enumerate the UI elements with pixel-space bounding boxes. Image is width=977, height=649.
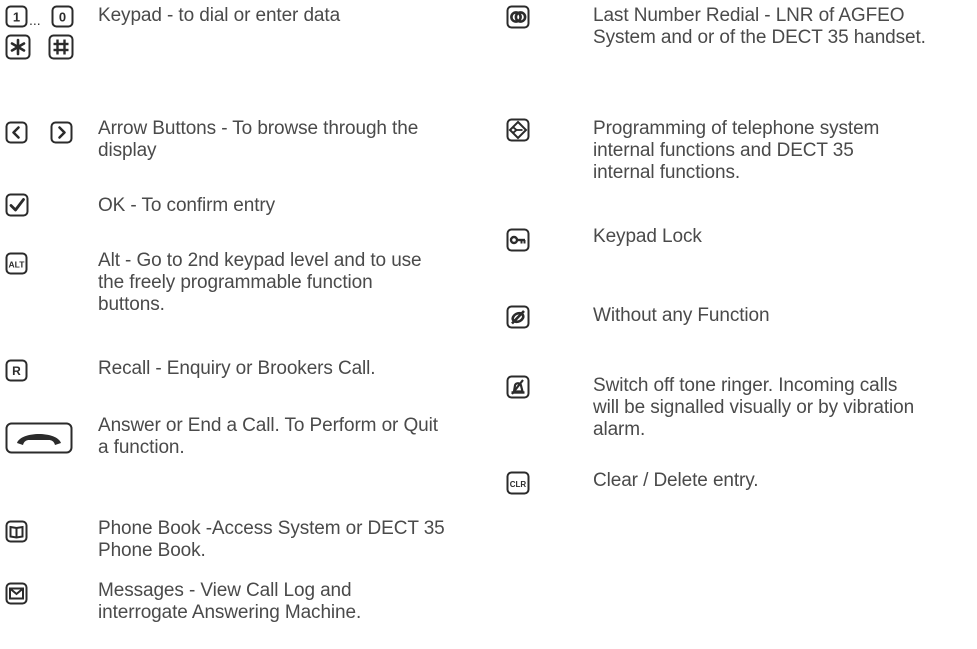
arrow-left-icon [5, 121, 28, 144]
programming-description: Programming of telephone system internal… [593, 118, 880, 183]
clear-key-icon: CLR [506, 471, 530, 495]
key-1-icon: 1 [5, 5, 28, 28]
redial-key-icon [506, 5, 530, 29]
programming-key-icon [506, 118, 530, 142]
ok-check-icon [5, 193, 29, 217]
ok-description: OK - To confirm entry [98, 195, 276, 216]
alt-key-icon: ALT [5, 252, 28, 275]
clear-key-label: CLR [510, 480, 527, 489]
arrows-description: Arrow Buttons - To browse through the di… [98, 118, 419, 161]
hash-key-icon [48, 34, 74, 60]
recall-key-icon: R [5, 359, 28, 382]
alt-key-label: ALT [9, 260, 26, 270]
redial-description: Last Number Redial - LNR of AGFEO System… [593, 5, 926, 48]
clear-description: Clear / Delete entry. [593, 470, 759, 491]
no-function-key-icon [506, 305, 530, 329]
key-0-icon: 0 [51, 5, 74, 28]
messages-description: Messages - View Call Log and interrogate… [98, 580, 362, 623]
key-0-label: 0 [59, 10, 66, 25]
key-range-ellipsis: ... [29, 12, 41, 28]
handset-key-icon [5, 422, 73, 454]
keylock-description: Keypad Lock [593, 226, 702, 247]
phonebook-icon [5, 520, 28, 543]
ringer-off-key-icon [506, 375, 530, 399]
recall-key-label: R [12, 364, 21, 378]
envelope-icon [5, 582, 28, 605]
key-lock-icon [506, 228, 530, 252]
star-key-icon [5, 34, 31, 60]
nofunction-description: Without any Function [593, 305, 770, 326]
arrow-right-icon [50, 121, 73, 144]
keypad-description: Keypad - to dial or enter data [98, 5, 341, 26]
recall-description: Recall - Enquiry or Brookers Call. [98, 358, 376, 379]
ringeroff-description: Switch off tone ringer. Incoming calls w… [593, 375, 915, 440]
key-1-label: 1 [13, 10, 20, 25]
alt-description: Alt - Go to 2nd keypad level and to use … [98, 250, 422, 315]
phonebook-description: Phone Book -Access System or DECT 35 Pho… [98, 518, 445, 561]
answer-description: Answer or End a Call. To Perform or Quit… [98, 415, 438, 458]
